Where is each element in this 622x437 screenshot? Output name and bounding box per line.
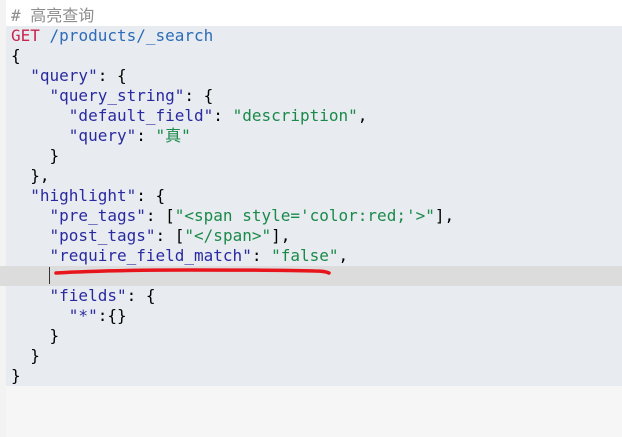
code-token-punc: : { [184,86,214,105]
code-token-key: "require_field_match" [49,246,252,265]
code-token-key: "default_field" [68,106,214,125]
code-line[interactable]: "*":{} [11,306,127,326]
code-token-str: "<span style='color:red;'>" [174,206,435,225]
code-token-punc: { [11,46,21,65]
empty-editor-area[interactable] [6,386,622,437]
code-line[interactable]: "query": { [11,66,127,86]
code-token-punc [11,86,50,105]
code-line[interactable]: GET /products/_search [11,26,213,46]
code-token-punc: } [11,146,60,165]
code-token-punc [11,266,50,285]
code-line[interactable]: } [11,346,40,366]
code-line[interactable]: "highlight": { [11,186,165,206]
code-token-punc: : [213,106,233,125]
text-cursor [49,267,50,284]
code-token-punc [11,226,50,245]
code-token-str: "false" [271,246,339,265]
code-token-str: "真" [155,126,191,145]
code-token-punc: :{} [97,306,127,325]
code-line[interactable]: } [11,146,60,166]
code-line[interactable]: }, [11,166,50,186]
code-token-punc [11,246,50,265]
code-line[interactable]: "pre_tags": ["<span style='color:red;'>"… [11,206,455,226]
code-token-punc: ], [271,226,291,245]
code-token-punc: } [11,326,60,345]
code-token-punc: : { [136,186,166,205]
code-token-punc: : { [97,66,127,85]
code-token-punc [11,66,30,85]
code-token-key: "post_tags" [49,226,156,245]
code-token-punc: } [11,366,21,385]
code-token-punc [11,206,50,225]
code-line[interactable]: # 高亮查询 [11,6,94,26]
code-line[interactable]: "query_string": { [11,86,214,106]
code-token-key: "query_string" [49,86,185,105]
code-token-punc [11,286,50,305]
code-line[interactable]: { [11,46,21,66]
code-token-key: "*" [68,306,98,325]
code-token-punc [11,106,69,125]
code-token-key: "pre_tags" [49,206,146,225]
code-token-comment: # 高亮查询 [11,6,95,25]
code-token-str: "</span>" [184,226,272,245]
code-token-punc: : [ [155,226,185,245]
code-line[interactable]: "default_field": "description", [11,106,368,126]
code-token-punc: : [ [145,206,175,225]
code-token-punc: : [251,246,272,265]
code-token-punc: , [357,106,368,125]
code-token-key: "highlight" [30,186,137,205]
code-line[interactable]: "require_field_match": "false", [11,246,349,266]
code-token-punc: }, [11,166,50,185]
code-line[interactable]: } [11,326,60,346]
code-token-punc: : { [126,286,156,305]
code-token-punc: , [338,246,349,265]
code-token-punc: : [136,126,156,145]
code-line[interactable]: "query": "真" [11,126,191,146]
code-token-punc [11,306,69,325]
code-token-punc: } [11,346,40,365]
code-token-punc: ], [434,206,455,225]
active-line-highlight [0,266,622,286]
code-token-punc [11,126,69,145]
code-token-punc [11,186,30,205]
code-token-key: "query" [68,126,137,145]
code-token-method: GET [11,26,40,45]
code-editor[interactable]: # 高亮查询 GET /products/_search{ "query": { … [0,0,622,437]
code-token-key: "query" [30,66,98,85]
code-token-str: "description" [232,106,358,125]
code-line[interactable]: "post_tags": ["</span>"], [11,226,291,246]
code-line[interactable]: "fields": { [11,286,156,306]
code-token-url: /products/_search [39,26,214,45]
code-line[interactable] [11,266,50,286]
code-token-key: "fields" [49,286,127,305]
code-line[interactable]: } [11,366,21,386]
